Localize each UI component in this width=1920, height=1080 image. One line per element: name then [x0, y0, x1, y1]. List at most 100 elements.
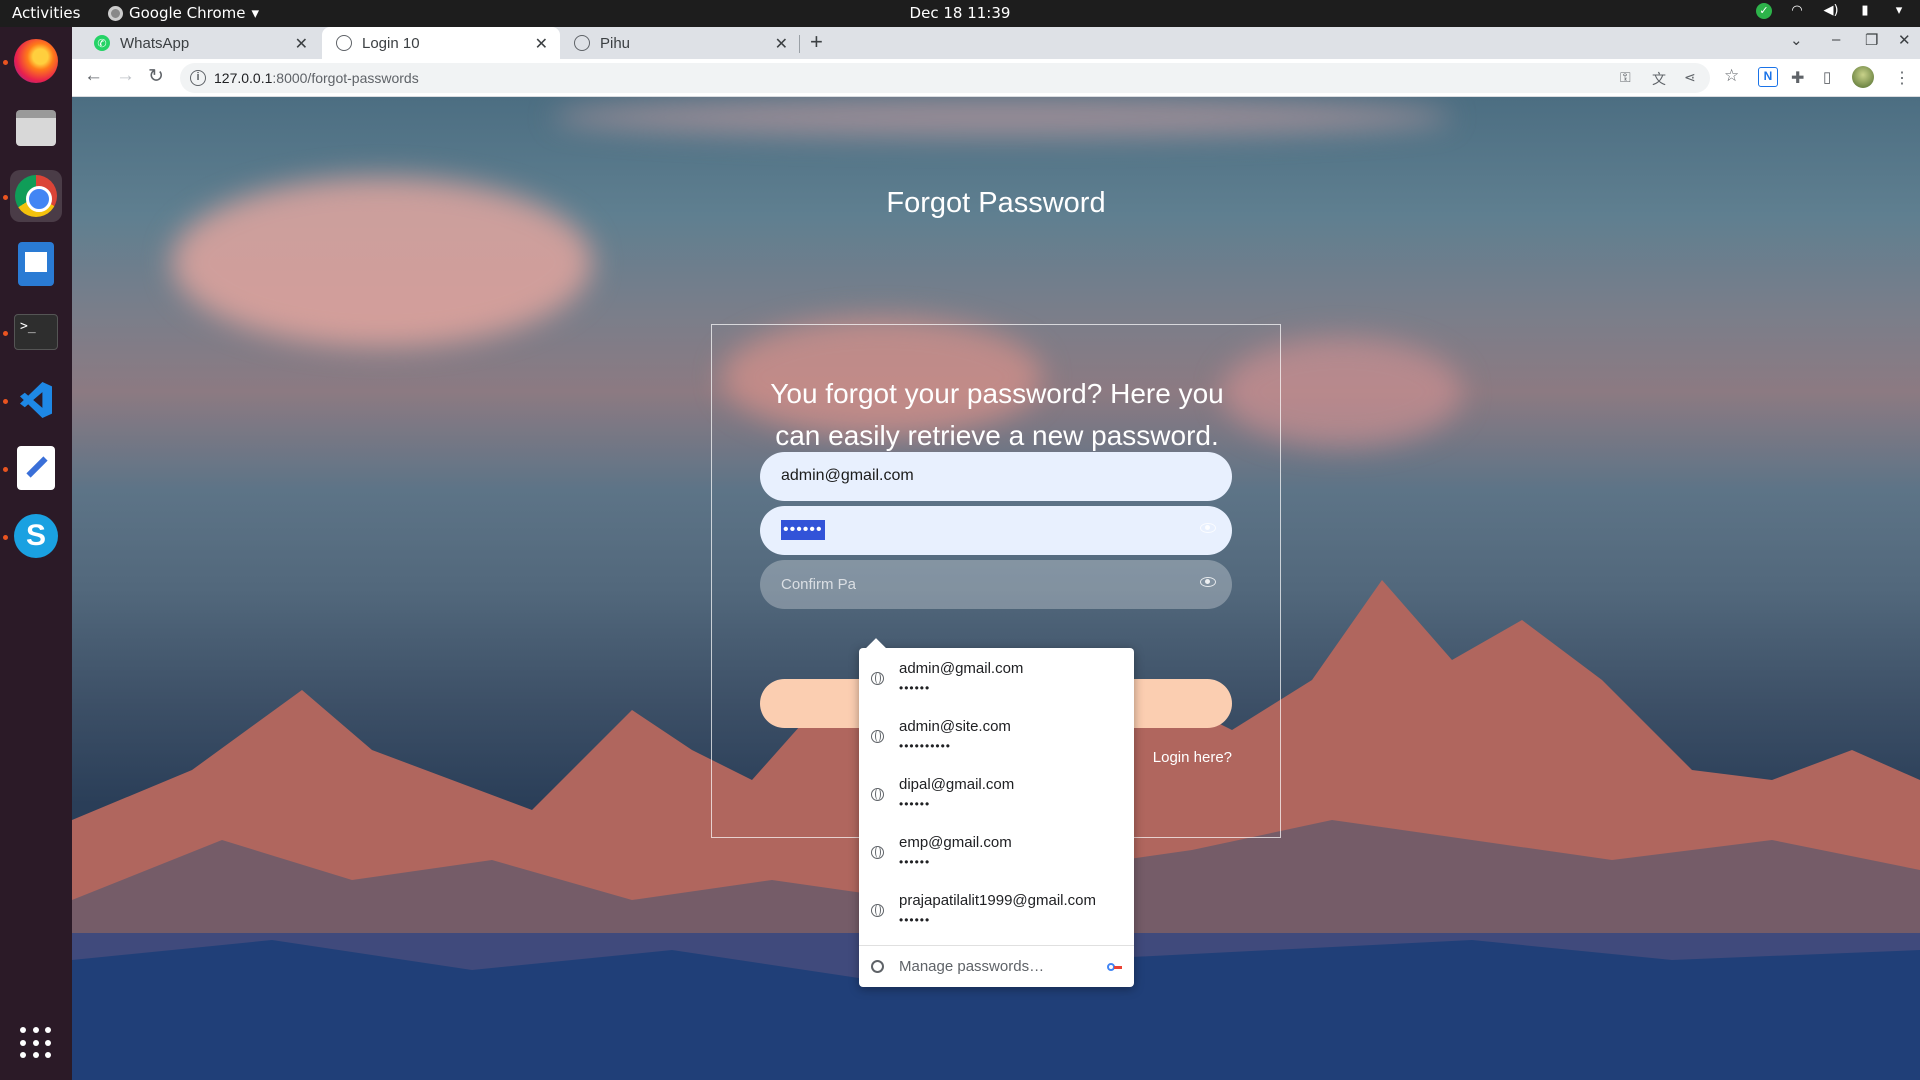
- side-panel-icon[interactable]: ▯: [1823, 68, 1831, 86]
- confirm-password-placeholder: Confirm Pa: [781, 576, 857, 593]
- show-password-eye-icon[interactable]: [1200, 523, 1216, 533]
- suggestion-username: admin@gmail.com: [899, 660, 1024, 677]
- running-indicator: [3, 195, 8, 200]
- clock[interactable]: Dec 18 11:39: [910, 4, 1011, 22]
- app-grid-icon: [20, 1027, 52, 1059]
- page-title: Forgot Password: [886, 187, 1106, 219]
- tab-search-icon[interactable]: ⌄: [1790, 31, 1803, 49]
- globe-icon: [871, 672, 884, 685]
- tab-login-10[interactable]: Login 10 ✕: [322, 27, 560, 59]
- close-tab-icon[interactable]: ✕: [775, 34, 788, 54]
- globe-icon: [574, 35, 590, 51]
- autofill-suggestion[interactable]: admin@site.com ••••••••••: [859, 706, 1134, 764]
- running-indicator: [3, 60, 8, 65]
- running-indicator: [3, 331, 8, 336]
- close-window-icon[interactable]: ✕: [1898, 31, 1911, 49]
- suggestion-password: ••••••••••: [899, 739, 952, 753]
- files-icon: [16, 110, 56, 146]
- dock-skype[interactable]: S: [10, 510, 62, 562]
- close-tab-icon[interactable]: ✕: [535, 34, 548, 54]
- dock-files[interactable]: [10, 102, 62, 154]
- autofill-suggestion[interactable]: dipal@gmail.com ••••••: [859, 764, 1134, 822]
- email-field[interactable]: admin@gmail.com: [760, 452, 1232, 501]
- wifi-icon[interactable]: ◠: [1788, 3, 1806, 19]
- dock-writer[interactable]: [10, 238, 62, 290]
- dock-chrome[interactable]: [10, 170, 62, 222]
- reload-icon[interactable]: ↻: [148, 65, 164, 88]
- site-info-icon[interactable]: i: [190, 70, 206, 86]
- tab-whatsapp[interactable]: ✆ WhatsApp ✕: [80, 27, 320, 59]
- suggestion-username: admin@site.com: [899, 718, 1011, 735]
- suggestion-username: prajapatilalit1999@gmail.com: [899, 892, 1096, 909]
- email-value: admin@gmail.com: [781, 467, 914, 484]
- background-cloud: [552, 97, 1452, 137]
- chrome-icon: [108, 5, 123, 21]
- update-check-icon[interactable]: ✓: [1756, 3, 1772, 19]
- dock-vscode[interactable]: [10, 374, 62, 426]
- app-menu[interactable]: Google Chrome ▾: [108, 4, 259, 22]
- autofill-suggestion[interactable]: admin@gmail.com ••••••: [859, 648, 1134, 706]
- dock-text-editor[interactable]: [10, 442, 62, 494]
- close-tab-icon[interactable]: ✕: [295, 34, 308, 54]
- globe-icon: [336, 35, 352, 51]
- show-password-eye-icon[interactable]: [1200, 577, 1216, 587]
- globe-icon: [871, 904, 884, 917]
- key-icon[interactable]: ⚿: [1620, 69, 1631, 86]
- system-tray[interactable]: ✓ ◠ ◀) ▮ ▾: [1756, 3, 1908, 19]
- manage-passwords-label: Manage passwords…: [899, 958, 1045, 975]
- chrome-icon: [15, 175, 57, 217]
- confirm-password-field[interactable]: Confirm Pa: [760, 560, 1232, 609]
- minimize-icon[interactable]: –: [1832, 31, 1840, 48]
- page-viewport: Forgot Password You forgot your password…: [72, 97, 1920, 1080]
- tab-strip: ✆ WhatsApp ✕ Login 10 ✕ Pihu ✕ + ⌄ – ❐ ✕: [72, 27, 1920, 59]
- text-editor-icon: [17, 446, 55, 490]
- running-indicator: [3, 535, 8, 540]
- manage-passwords-item[interactable]: Manage passwords…: [859, 946, 1134, 987]
- caret-down-icon: ▾: [251, 4, 260, 22]
- terminal-icon: >_: [14, 314, 58, 350]
- running-indicator: [3, 467, 8, 472]
- show-applications-button[interactable]: [10, 1017, 62, 1069]
- back-icon[interactable]: ←: [84, 65, 103, 87]
- url-text[interactable]: 127.0.0.1:8000/forgot-passwords: [214, 70, 419, 86]
- autofill-suggestion[interactable]: prajapatilalit1999@gmail.com ••••••: [859, 880, 1134, 938]
- power-menu-icon[interactable]: ▾: [1890, 3, 1908, 19]
- menu-kebab-icon[interactable]: ⋮: [1894, 68, 1910, 88]
- suggestion-username: dipal@gmail.com: [899, 776, 1015, 793]
- restore-icon[interactable]: ❐: [1865, 31, 1878, 49]
- system-top-bar: Activities Google Chrome ▾ Dec 18 11:39 …: [0, 0, 1920, 27]
- activities-button[interactable]: Activities: [12, 4, 80, 22]
- autofill-suggestion[interactable]: emp@gmail.com ••••••: [859, 822, 1134, 880]
- address-bar[interactable]: i 127.0.0.1:8000/forgot-passwords ⚿ 文 ⋖: [180, 63, 1710, 93]
- globe-icon: [871, 788, 884, 801]
- app-menu-label: Google Chrome: [129, 4, 246, 22]
- translate-icon[interactable]: 文: [1652, 69, 1666, 89]
- login-here-link[interactable]: Login here?: [1153, 749, 1232, 766]
- tab-pihu[interactable]: Pihu ✕: [560, 27, 800, 59]
- volume-icon[interactable]: ◀): [1822, 3, 1840, 19]
- dock: >_ S: [0, 27, 72, 1080]
- password-field[interactable]: ••••••: [760, 506, 1232, 555]
- forward-icon[interactable]: →: [116, 65, 135, 87]
- extension-n-icon[interactable]: N: [1758, 67, 1778, 87]
- tab-title: WhatsApp: [120, 34, 190, 52]
- battery-icon[interactable]: ▮: [1856, 3, 1874, 19]
- profile-avatar[interactable]: [1852, 66, 1874, 88]
- dock-terminal[interactable]: >_: [10, 306, 62, 358]
- suggestion-password: ••••••: [899, 855, 931, 869]
- browser-window: ✆ WhatsApp ✕ Login 10 ✕ Pihu ✕ + ⌄ – ❐ ✕…: [72, 27, 1920, 1080]
- suggestion-password: ••••••: [899, 681, 931, 695]
- new-tab-button[interactable]: +: [810, 29, 823, 55]
- share-icon[interactable]: ⋖: [1684, 69, 1696, 86]
- instruction-text: You forgot your password? Here you can e…: [770, 378, 1224, 451]
- dock-firefox[interactable]: [10, 35, 62, 87]
- bookmark-star-icon[interactable]: ☆: [1724, 66, 1739, 86]
- password-autofill-dropdown: admin@gmail.com •••••• admin@site.com ••…: [859, 648, 1134, 987]
- tab-separator: [799, 35, 800, 53]
- tab-title: Login 10: [362, 34, 420, 52]
- password-value-selected: ••••••: [781, 520, 825, 540]
- running-indicator: [3, 399, 8, 404]
- password-manager-key-icon: [1107, 959, 1122, 974]
- suggestion-password: ••••••: [899, 913, 931, 927]
- extensions-puzzle-icon[interactable]: ✚: [1791, 68, 1804, 88]
